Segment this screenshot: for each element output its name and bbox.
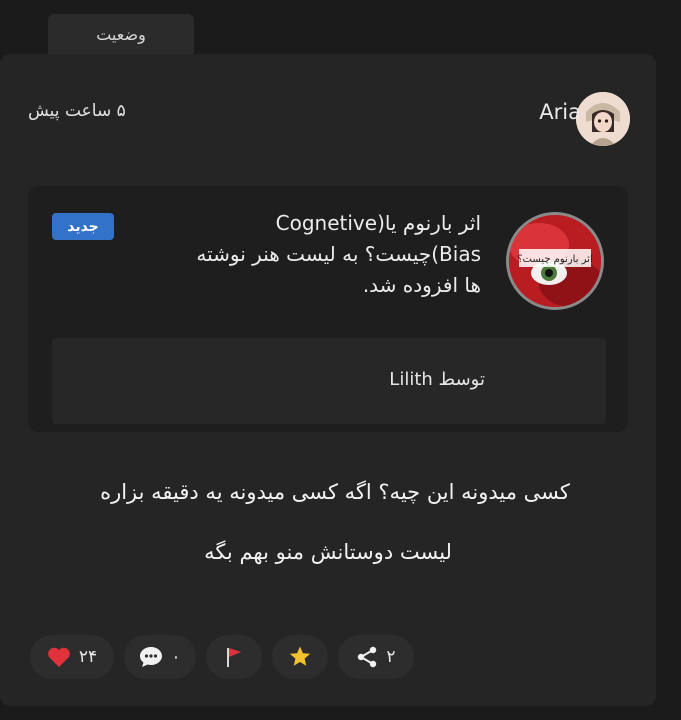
post-body-line-1: کسی میدونه این چیه؟ اگه کسی میدونه یه دق…	[100, 480, 570, 504]
share-button[interactable]: ۲	[338, 635, 414, 679]
star-icon	[288, 645, 312, 669]
comment-count: ۰	[171, 647, 181, 667]
heart-icon	[47, 646, 71, 668]
thumbnail-caption: اثر بارنوم چیست؟	[517, 254, 592, 265]
comment-button[interactable]: ۰	[124, 635, 196, 679]
notification-thumbnail[interactable]: اثر بارنوم چیست؟	[506, 212, 604, 310]
share-count: ۲	[386, 647, 396, 667]
flag-icon	[224, 646, 244, 668]
favorite-button[interactable]	[272, 635, 328, 679]
new-badge: جدید	[52, 213, 114, 240]
tab-status-label: وضعیت	[96, 24, 146, 44]
like-button[interactable]: ۲۴	[30, 635, 114, 679]
new-badge-label: جدید	[67, 218, 99, 235]
byline-box	[52, 338, 606, 424]
report-button[interactable]	[206, 635, 262, 679]
tab-status[interactable]: وضعیت	[48, 14, 194, 54]
notification-byline[interactable]: توسط Lilith	[389, 369, 485, 390]
post-body-line-2: لیست دوستانش منو بهم بگه	[204, 540, 452, 564]
author-avatar[interactable]	[576, 92, 630, 146]
author-name[interactable]: Aria	[539, 100, 581, 124]
notification-text[interactable]: اثر بارنوم یا(Cognetive Bias)چیست؟ به لی…	[181, 208, 481, 301]
comment-icon	[139, 646, 163, 668]
like-count: ۲۴	[78, 647, 98, 667]
post-timestamp: ۵ ساعت پیش	[28, 101, 126, 121]
share-icon	[356, 646, 378, 668]
